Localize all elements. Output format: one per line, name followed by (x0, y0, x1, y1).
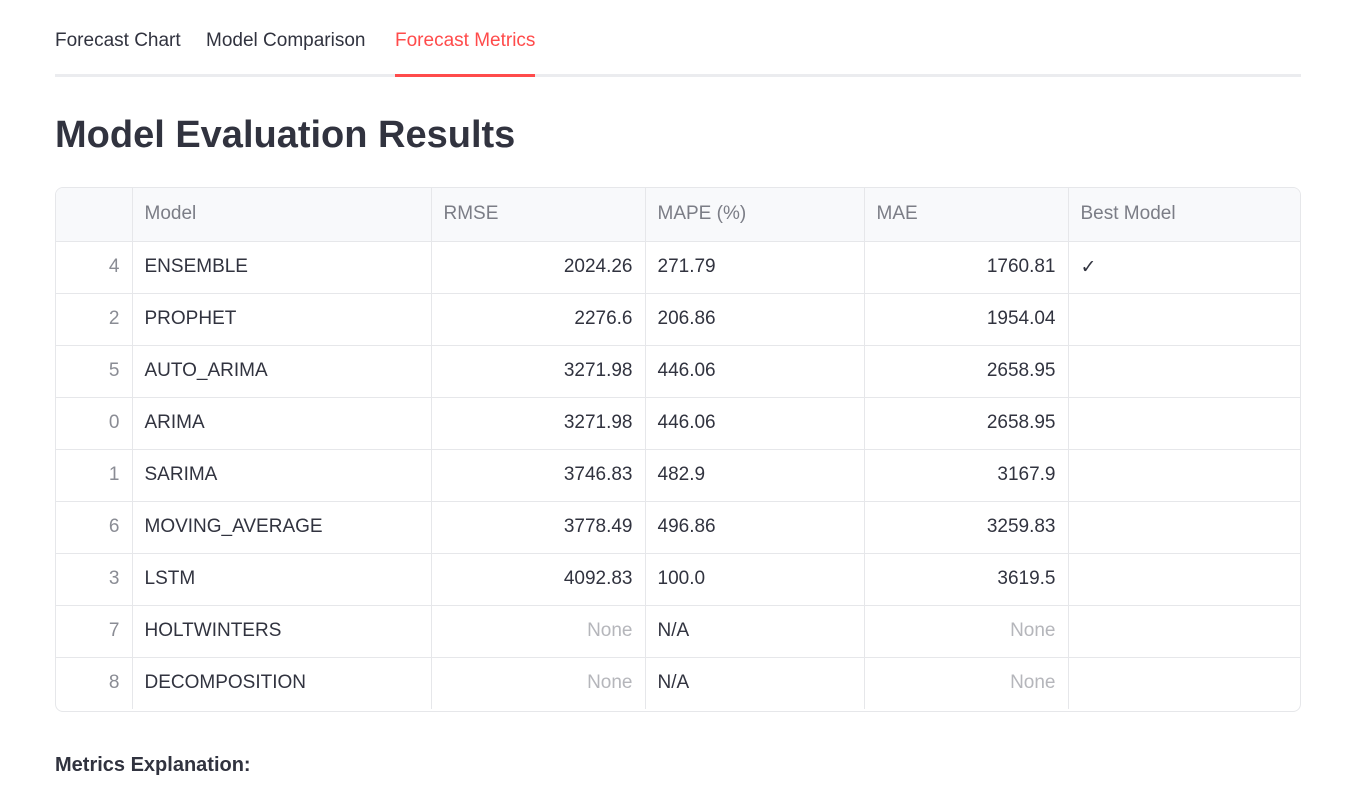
mae-cell[interactable]: 1760.81 (864, 241, 1069, 294)
rmse-cell[interactable]: 4092.83 (431, 553, 646, 606)
model-name-cell[interactable]: HOLTWINTERS (132, 605, 432, 658)
mape-cell[interactable]: 271.79 (645, 241, 865, 294)
best-model-cell[interactable] (1068, 657, 1300, 709)
rmse-cell[interactable]: 3746.83 (431, 449, 646, 502)
rmse-cell[interactable]: 3271.98 (431, 397, 646, 450)
rmse-cell[interactable]: 3271.98 (431, 345, 646, 398)
mae-cell[interactable]: 3259.83 (864, 501, 1069, 554)
rmse-cell[interactable]: 3778.49 (431, 501, 646, 554)
row-index-cell[interactable]: 4 (56, 241, 133, 294)
model-name-cell[interactable]: ENSEMBLE (132, 241, 432, 294)
mape-cell[interactable]: 206.86 (645, 293, 865, 346)
model-name-cell[interactable]: PROPHET (132, 293, 432, 346)
mae-cell[interactable]: 2658.95 (864, 345, 1069, 398)
mape-cell[interactable]: 482.9 (645, 449, 865, 502)
row-index-cell[interactable]: 7 (56, 605, 133, 658)
rmse-cell[interactable]: None (431, 657, 646, 709)
mae-cell[interactable]: 3619.5 (864, 553, 1069, 606)
mape-cell[interactable]: N/A (645, 657, 865, 709)
model-name-cell[interactable]: ARIMA (132, 397, 432, 450)
mae-cell[interactable]: None (864, 605, 1069, 658)
tab-bar: Forecast Chart Model Comparison Forecast… (55, 0, 1301, 77)
column-header-rmse[interactable]: RMSE (431, 188, 646, 242)
row-index-cell[interactable]: 1 (56, 449, 133, 502)
column-header-mape[interactable]: MAPE (%) (645, 188, 865, 242)
table-row[interactable]: 6 MOVING_AVERAGE 3778.49 496.86 3259.83 (56, 501, 1300, 554)
rmse-cell[interactable]: 2276.6 (431, 293, 646, 346)
mae-cell[interactable]: 3167.9 (864, 449, 1069, 502)
best-model-cell[interactable] (1068, 605, 1300, 658)
metrics-grid: Model RMSE MAPE (%) MAE Best Model 4 ENSE… (56, 188, 1300, 709)
rmse-cell[interactable]: 2024.26 (431, 241, 646, 294)
model-name-cell[interactable]: AUTO_ARIMA (132, 345, 432, 398)
mape-cell[interactable]: 446.06 (645, 345, 865, 398)
best-model-cell[interactable] (1068, 293, 1300, 346)
row-index-cell[interactable]: 2 (56, 293, 133, 346)
table-row[interactable]: 4 ENSEMBLE 2024.26 271.79 1760.81 ✓ (56, 241, 1300, 294)
table-row[interactable]: 0 ARIMA 3271.98 446.06 2658.95 (56, 397, 1300, 450)
mae-cell[interactable]: 2658.95 (864, 397, 1069, 450)
row-index-cell[interactable]: 0 (56, 397, 133, 450)
model-name-cell[interactable]: SARIMA (132, 449, 432, 502)
table-row[interactable]: 5 AUTO_ARIMA 3271.98 446.06 2658.95 (56, 345, 1300, 398)
table-row[interactable]: 3 LSTM 4092.83 100.0 3619.5 (56, 553, 1300, 606)
model-name-cell[interactable]: MOVING_AVERAGE (132, 501, 432, 554)
model-name-cell[interactable]: DECOMPOSITION (132, 657, 432, 709)
metrics-table[interactable]: Model RMSE MAPE (%) MAE Best Model 4 ENSE… (55, 187, 1301, 712)
page-title: Model Evaluation Results (55, 114, 516, 156)
model-name-cell[interactable]: LSTM (132, 553, 432, 606)
tab-forecast-metrics[interactable]: Forecast Metrics (395, 30, 536, 77)
metrics-explanation-heading: Metrics Explanation: (55, 754, 251, 776)
column-header-mae[interactable]: MAE (864, 188, 1069, 242)
table-row[interactable]: 2 PROPHET 2276.6 206.86 1954.04 (56, 293, 1300, 346)
best-model-cell[interactable] (1068, 449, 1300, 502)
table-row[interactable]: 1 SARIMA 3746.83 482.9 3167.9 (56, 449, 1300, 502)
mae-cell[interactable]: 1954.04 (864, 293, 1069, 346)
mape-cell[interactable]: 446.06 (645, 397, 865, 450)
row-index-cell[interactable]: 8 (56, 657, 133, 709)
tab-model-comparison[interactable]: Model Comparison (206, 30, 365, 77)
mape-cell[interactable]: 100.0 (645, 553, 865, 606)
table-body: 4 ENSEMBLE 2024.26 271.79 1760.81 ✓ 2 PROPHET 22… (56, 241, 1300, 709)
mape-cell[interactable]: 496.86 (645, 501, 865, 554)
mape-cell[interactable]: N/A (645, 605, 865, 658)
tab-forecast-chart[interactable]: Forecast Chart (55, 30, 181, 77)
column-header-index[interactable] (56, 188, 133, 242)
table-row[interactable]: 7 HOLTWINTERS None N/A None (56, 605, 1300, 658)
table-header-row: Model RMSE MAPE (%) MAE Best Model (56, 188, 1300, 242)
column-header-best-model[interactable]: Best Model (1068, 188, 1300, 242)
table-row[interactable]: 8 DECOMPOSITION None N/A None (56, 657, 1300, 709)
best-model-cell[interactable] (1068, 345, 1300, 398)
best-model-cell[interactable]: ✓ (1068, 241, 1300, 294)
best-model-cell[interactable] (1068, 501, 1300, 554)
row-index-cell[interactable]: 3 (56, 553, 133, 606)
mae-cell[interactable]: None (864, 657, 1069, 709)
best-model-cell[interactable] (1068, 397, 1300, 450)
row-index-cell[interactable]: 5 (56, 345, 133, 398)
rmse-cell[interactable]: None (431, 605, 646, 658)
column-header-model[interactable]: Model (132, 188, 432, 242)
best-model-cell[interactable] (1068, 553, 1300, 606)
row-index-cell[interactable]: 6 (56, 501, 133, 554)
